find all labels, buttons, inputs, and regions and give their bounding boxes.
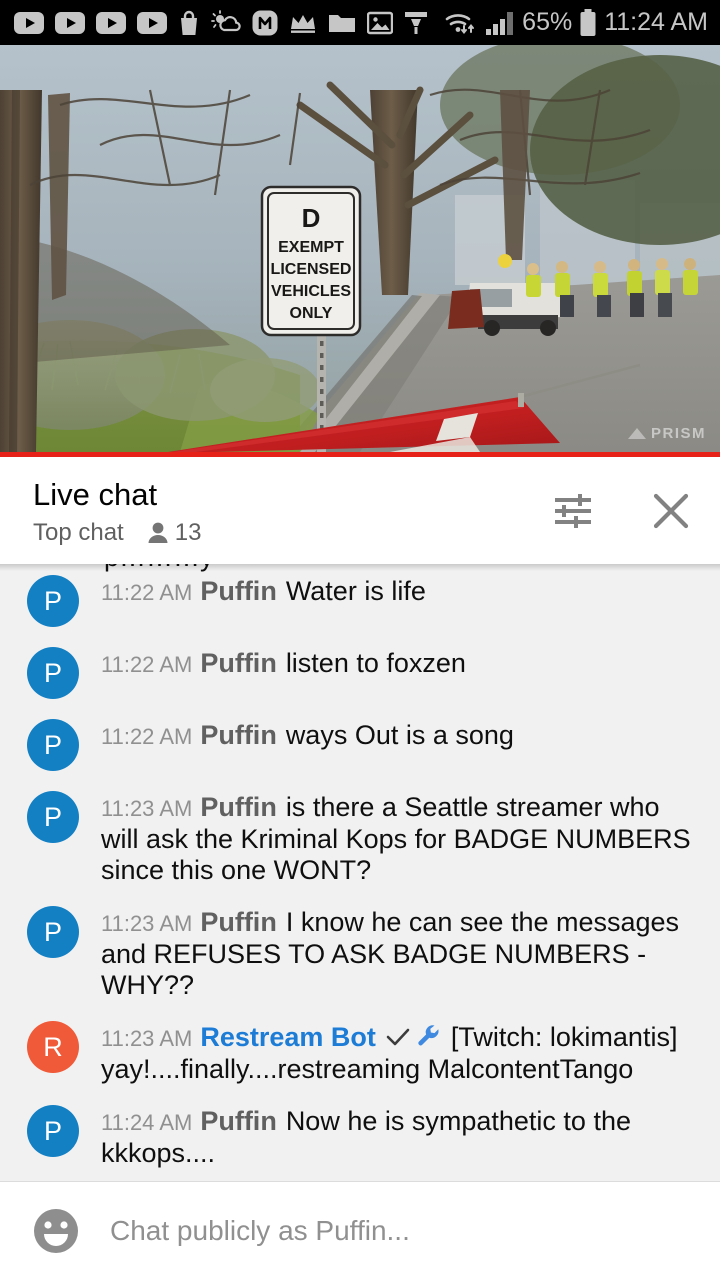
- chat-message-line: 11:23 AM Restream Bot [Twitch: lokimantis]…: [101, 1022, 704, 1085]
- message-author[interactable]: Puffin: [200, 648, 276, 678]
- shopping-bag-icon: [181, 10, 197, 35]
- battery-percent-label: 65%: [522, 8, 573, 36]
- live-chat-message-list[interactable]: p………y P 11:22 AM Puffin Water is life P 11:22…: [0, 564, 720, 1181]
- avatar[interactable]: P: [27, 719, 79, 771]
- prism-triangle-icon: [627, 428, 646, 439]
- chat-message-line: 11:24 AM Puffin Now he is sympathetic to t…: [101, 1106, 704, 1169]
- verified-check-icon: [386, 1028, 410, 1046]
- viewer-count-group: 13: [147, 518, 202, 547]
- chat-message-line: 11:22 AM Puffin listen to foxzen: [101, 648, 466, 680]
- youtube-icon: [14, 11, 44, 34]
- video-player[interactable]: D EXEMPT LICENSED VEHICLES ONLY PRISM: [0, 45, 720, 452]
- chat-mode-label[interactable]: Top chat: [33, 519, 124, 547]
- clock-label: 11:24 AM: [604, 8, 708, 36]
- message-author[interactable]: Puffin: [200, 576, 276, 606]
- status-bar-notification-icons: [14, 9, 444, 36]
- moderator-wrench-icon: [418, 1025, 439, 1046]
- chat-message-row[interactable]: P 11:22 AM Puffin ways Out is a song: [0, 708, 720, 780]
- chat-message-row[interactable]: P 11:22 AM Puffin Water is life: [0, 564, 720, 636]
- message-timestamp: 11:23 AM: [101, 796, 193, 821]
- live-chat-header-titles: Live chat Top chat 13: [33, 475, 550, 547]
- battery-icon: [580, 8, 596, 36]
- youtube-icon: [96, 11, 126, 34]
- clipped-message-text: p………y: [104, 564, 214, 572]
- avatar[interactable]: P: [27, 647, 79, 699]
- close-chat-button[interactable]: [648, 488, 694, 534]
- cell-signal-icon: [486, 11, 514, 35]
- tune-settings-icon: [555, 493, 591, 528]
- message-container: P 11:22 AM Puffin Water is life P 11:22 AM Puf…: [0, 564, 720, 1178]
- emoji-picker-button[interactable]: [28, 1203, 84, 1259]
- message-timestamp: 11:22 AM: [101, 652, 193, 677]
- message-timestamp: 11:24 AM: [101, 1110, 193, 1135]
- android-status-bar: 65% 11:24 AM: [0, 0, 720, 45]
- message-author[interactable]: Puffin: [200, 720, 276, 750]
- chat-message-body: 11:22 AM Puffin listen to foxzen: [101, 645, 466, 680]
- page-title: Live chat: [33, 476, 158, 512]
- message-timestamp: 11:22 AM: [101, 724, 193, 749]
- chat-message-input[interactable]: [110, 1215, 694, 1247]
- live-chat-subheader: Top chat 13: [33, 519, 550, 547]
- message-author[interactable]: Puffin: [200, 792, 276, 822]
- message-timestamp: 11:22 AM: [101, 580, 193, 605]
- chat-message-line: 11:22 AM Puffin ways Out is a song: [101, 720, 514, 752]
- video-frame-image: D EXEMPT LICENSED VEHICLES ONLY: [0, 45, 720, 452]
- folder-icon: [329, 15, 355, 32]
- chat-message-body: 11:23 AM Puffin I know he can see the mess…: [101, 904, 704, 1001]
- emoji-smiley-icon: [34, 1209, 78, 1253]
- chat-message-body: 11:23 AM Restream Bot [Twitch: lokimantis]…: [101, 1019, 704, 1085]
- youtube-icon: [137, 11, 167, 34]
- viewer-count-label: 13: [174, 518, 202, 546]
- prism-watermark-label: PRISM: [650, 425, 706, 442]
- avatar[interactable]: R: [27, 1021, 79, 1073]
- wifi-transfer-icon: [445, 13, 475, 34]
- photo-icon: [367, 11, 393, 34]
- crown-icon: [291, 14, 315, 33]
- chat-message-line: 11:22 AM Puffin Water is life: [101, 576, 426, 608]
- message-author[interactable]: Puffin: [200, 907, 276, 937]
- chat-message-line: 11:23 AM Puffin I know he can see the mess…: [101, 907, 704, 1001]
- chat-input-bar: [0, 1182, 720, 1280]
- youtube-icon: [55, 11, 85, 34]
- chat-message-row[interactable]: P 11:22 AM Puffin listen to foxzen: [0, 636, 720, 708]
- chat-message-body: 11:23 AM Puffin is there a Seattle streame…: [101, 789, 704, 886]
- message-text: listen to foxzen: [285, 648, 466, 678]
- clipped-message-row: p………y: [0, 564, 720, 573]
- avatar[interactable]: P: [27, 1105, 79, 1157]
- prism-watermark: PRISM: [627, 425, 706, 442]
- weather-partly-cloudy-icon: [211, 9, 241, 31]
- funnel-icon: [405, 11, 427, 34]
- chat-message-row[interactable]: P 11:23 AM Puffin is there a Seattle stream…: [0, 780, 720, 895]
- avatar[interactable]: P: [27, 906, 79, 958]
- live-chat-header: Live chat Top chat 13: [0, 457, 720, 564]
- chat-settings-button[interactable]: [550, 488, 596, 534]
- message-author[interactable]: Puffin: [200, 1106, 276, 1136]
- chat-message-row[interactable]: P 11:23 AM Puffin I know he can see the mes…: [0, 895, 720, 1010]
- chat-message-line: 11:23 AM Puffin is there a Seattle streame…: [101, 792, 704, 886]
- chat-message-row[interactable]: R 11:23 AM Restream Bot [Twitch: lokimantis…: [0, 1010, 720, 1094]
- close-icon: [653, 493, 689, 528]
- message-text: ways Out is a song: [285, 720, 514, 750]
- avatar[interactable]: P: [27, 575, 79, 627]
- youtube-live-chat-screen: 65% 11:24 AM D EXEMPT LICENSED VEHICLES …: [0, 0, 720, 1280]
- chat-message-row[interactable]: P 11:24 AM Puffin Now he is sympathetic to …: [0, 1094, 720, 1178]
- person-icon: [148, 522, 168, 543]
- status-bar-system-icons: 65% 11:24 AM: [444, 8, 708, 37]
- message-timestamp: 11:23 AM: [101, 1026, 193, 1051]
- live-chat-header-actions: [550, 488, 694, 534]
- message-timestamp: 11:23 AM: [101, 911, 193, 936]
- avatar[interactable]: P: [27, 791, 79, 843]
- chat-message-body: 11:24 AM Puffin Now he is sympathetic to t…: [101, 1103, 704, 1169]
- chat-message-body: 11:22 AM Puffin Water is life: [101, 573, 426, 608]
- message-text: Water is life: [285, 576, 426, 606]
- m-circle-icon: [252, 10, 278, 35]
- message-author[interactable]: Restream Bot: [200, 1022, 376, 1052]
- chat-message-body: 11:22 AM Puffin ways Out is a song: [101, 717, 514, 752]
